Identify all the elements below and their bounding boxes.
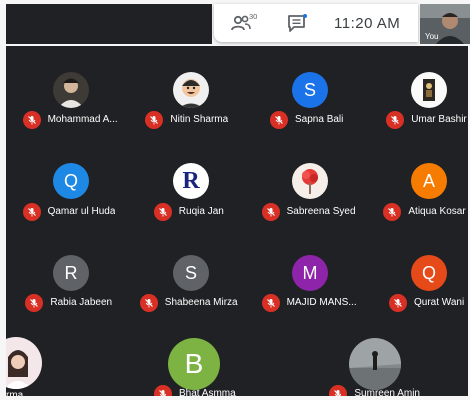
participant-avatar: [53, 72, 89, 108]
participant-name: Sapna Bali: [295, 114, 344, 125]
mic-off-icon: [139, 294, 158, 312]
mic-off-icon: [22, 111, 41, 129]
participant-name: Umar Bashir: [411, 114, 467, 125]
participant-name: Nitin Sharma: [170, 114, 229, 125]
participant-avatar: [349, 338, 401, 390]
participant-name: Qurat Wani: [414, 297, 465, 308]
participant-avatar: A: [411, 163, 447, 199]
mic-off-icon: [270, 111, 288, 129]
participant-avatar: Q: [411, 255, 447, 291]
participant-name: Shabeena Mirza: [164, 297, 238, 308]
mic-off-icon: [389, 294, 407, 312]
participant-avatar: [6, 337, 42, 389]
participant-avatar: M: [292, 255, 328, 291]
participant-avatar: [292, 163, 328, 199]
chat-icon[interactable]: [284, 12, 312, 34]
people-icon[interactable]: 30: [230, 12, 258, 34]
avatar-initial: M: [302, 262, 318, 283]
top-strip: [6, 4, 212, 44]
avatar-initial: Q: [63, 170, 78, 191]
mic-off-icon: [145, 111, 164, 129]
participant-name: MAJID MANS...: [286, 297, 357, 308]
mic-off-icon: [329, 385, 348, 396]
avatar-initial: B: [184, 348, 204, 379]
participant-name: Rabia Jabeen: [50, 297, 113, 308]
participant-avatar: [173, 72, 209, 108]
mic-off-icon: [261, 294, 280, 312]
participant-name: Mohammad A...: [47, 114, 118, 125]
participant-name: Sabreena Syed: [286, 206, 356, 217]
participant-name: Bhat Asmma: [179, 388, 236, 396]
participant-avatar: R: [53, 255, 89, 291]
mic-off-icon: [383, 203, 402, 221]
participant-avatar: [411, 72, 447, 108]
participant-name: rma: [6, 390, 24, 396]
participant-name: Qamar ul Huda: [47, 206, 116, 217]
participant-avatar: R: [173, 163, 209, 199]
participant-avatar: S: [292, 72, 328, 108]
avatar-initial: R: [182, 167, 200, 194]
mic-off-icon: [22, 203, 41, 221]
mic-off-icon: [261, 203, 280, 221]
meeting-window: 30 11:20 AM You Mohammad A... Nitin Sharm…: [0, 0, 470, 400]
participant-grid: Mohammad A... Nitin Sharma S Sapna Bali Umar…: [6, 46, 468, 396]
participant-avatar: Q: [53, 163, 89, 199]
mic-off-icon: [25, 294, 44, 312]
avatar-initial: S: [303, 79, 316, 100]
mic-off-icon: [153, 203, 172, 221]
participant-avatar: S: [173, 255, 209, 291]
participant-name: Atiqua Kosar: [408, 206, 466, 217]
participant-name: Ruqia Jan: [178, 206, 224, 217]
clock: 11:20 AM: [334, 15, 401, 32]
avatar-initial: A: [422, 170, 435, 191]
self-video-tile: You: [420, 4, 470, 44]
participant-name: Sumreen Amin: [354, 388, 420, 396]
meeting-top-bar: 30 11:20 AM: [214, 4, 418, 42]
avatar-initial: Q: [421, 262, 436, 283]
participant-avatar: B: [168, 338, 220, 390]
mic-off-icon: [386, 111, 405, 129]
avatar-initial: R: [64, 262, 78, 283]
participant-count: 30: [249, 12, 257, 21]
you-label: You: [425, 32, 439, 41]
mic-off-icon: [154, 385, 172, 396]
avatar-initial: S: [184, 262, 197, 283]
